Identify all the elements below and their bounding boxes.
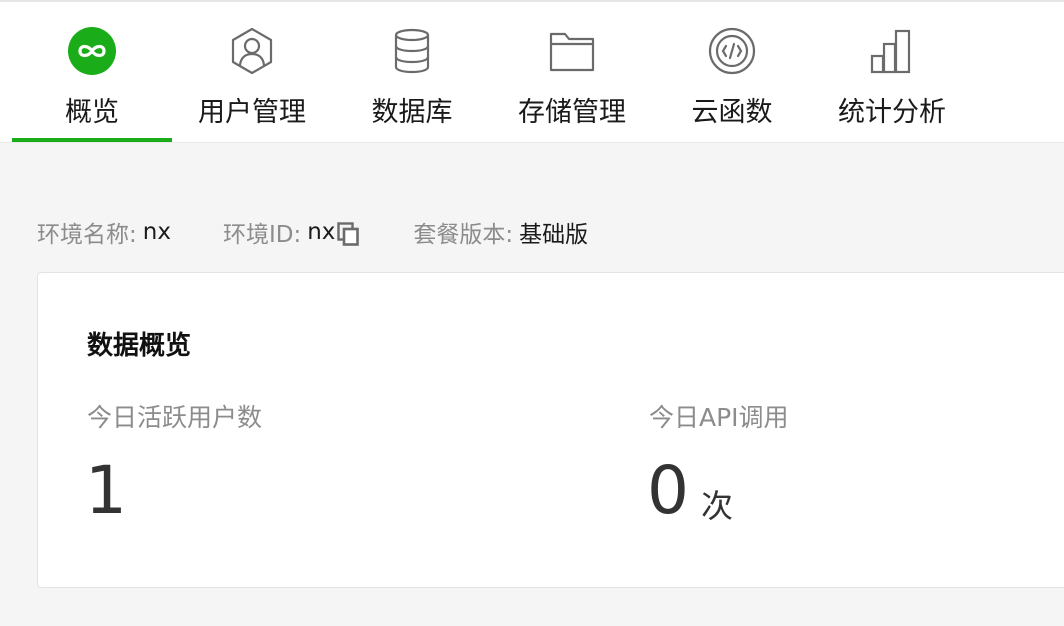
api-calls-label: 今日API调用	[649, 403, 789, 432]
env-id-value: nx	[307, 219, 336, 245]
tab-users-label: 用户管理	[198, 97, 306, 128]
infinity-icon	[68, 27, 116, 75]
plan-label: 套餐版本:	[413, 222, 514, 248]
api-calls-unit: 次	[701, 487, 734, 525]
plan-value: 基础版	[519, 222, 589, 248]
user-icon	[231, 27, 273, 75]
main-tab-bar: 概览 用户管理 数据库 存储管理 云函数 统计分析	[0, 2, 1064, 143]
daily-active-users-value: 1	[85, 452, 127, 529]
card-title: 数据概览	[87, 331, 192, 361]
tab-cloud-functions[interactable]: 云函数	[652, 2, 812, 142]
code-icon	[708, 27, 756, 75]
database-icon	[394, 28, 430, 74]
active-tab-indicator	[12, 138, 172, 142]
tab-database[interactable]: 数据库	[332, 2, 492, 142]
tab-overview-label: 概览	[65, 97, 119, 128]
env-name-label: 环境名称:	[37, 222, 137, 248]
daily-active-users-label: 今日活跃用户数	[87, 403, 263, 432]
tab-cloud-functions-label: 云函数	[691, 97, 773, 128]
environment-info-row: 环境名称: nx 环境ID: nx 套餐版本: 基础版	[37, 212, 588, 252]
copy-icon[interactable]	[337, 222, 360, 246]
env-name-value: nx	[142, 219, 171, 245]
folder-icon	[549, 32, 595, 72]
tab-database-label: 数据库	[371, 97, 453, 128]
tab-statistics[interactable]: 统计分析	[812, 2, 972, 142]
tab-storage-label: 存储管理	[518, 97, 626, 128]
tab-overview[interactable]: 概览	[12, 2, 172, 142]
tab-storage[interactable]: 存储管理	[492, 2, 652, 142]
data-overview-card: 数据概览 今日活跃用户数 1 今日API调用 0 次	[37, 272, 1064, 588]
tab-users[interactable]: 用户管理	[172, 2, 332, 142]
tab-statistics-label: 统计分析	[838, 97, 946, 128]
env-id-label: 环境ID:	[222, 222, 302, 248]
api-calls-value: 0	[647, 452, 689, 529]
bar-chart-icon	[870, 29, 911, 74]
